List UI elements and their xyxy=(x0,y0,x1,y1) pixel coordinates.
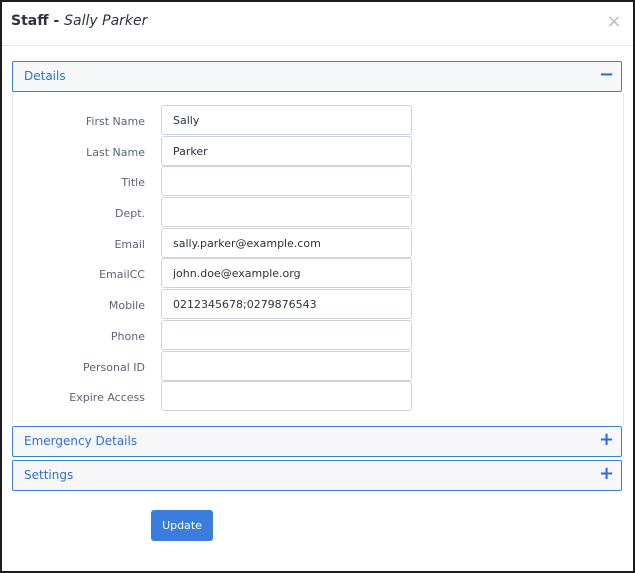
close-icon[interactable]: × xyxy=(606,13,622,31)
expand-icon[interactable]: + xyxy=(599,465,614,483)
collapse-icon[interactable]: − xyxy=(599,66,614,84)
title-input[interactable] xyxy=(161,166,412,196)
details-form: First Name Last Name Title Dept. Email E… xyxy=(12,93,624,424)
email-label: Email xyxy=(114,238,145,251)
settings-panel-header[interactable]: Settings + xyxy=(13,461,621,490)
dialog-title-staff-name: Sally Parker xyxy=(64,13,148,29)
settings-panel: Settings + xyxy=(12,460,622,491)
personal-id-label: Personal ID xyxy=(83,361,145,374)
expire-access-label: Expire Access xyxy=(69,391,145,404)
expand-icon[interactable]: + xyxy=(599,431,614,449)
phone-label: Phone xyxy=(110,330,145,343)
emergency-details-panel: Emergency Details + xyxy=(12,426,622,457)
phone-input[interactable] xyxy=(161,320,412,350)
details-panel-title: Details xyxy=(24,69,66,83)
dept-input[interactable] xyxy=(161,197,412,227)
dialog-title: Staff - Sally Parker xyxy=(11,13,147,29)
staff-dialog: Staff - Sally Parker × Details − First N… xyxy=(0,0,635,573)
email-cc-input[interactable] xyxy=(161,258,412,288)
emergency-details-panel-header[interactable]: Emergency Details + xyxy=(13,427,621,456)
details-panel-header[interactable]: Details − xyxy=(13,62,621,91)
email-cc-label: EmailCC xyxy=(99,268,145,281)
first-name-label: First Name xyxy=(85,115,145,128)
dialog-title-prefix: Staff xyxy=(11,13,49,29)
update-button[interactable]: Update xyxy=(151,510,213,541)
title-label: Title xyxy=(121,176,145,189)
details-panel: Details − xyxy=(12,61,622,92)
personal-id-input[interactable] xyxy=(161,351,412,381)
settings-panel-title: Settings xyxy=(24,468,74,482)
expire-access-input[interactable] xyxy=(161,381,412,411)
dialog-header: Staff - Sally Parker × xyxy=(2,2,633,46)
email-input[interactable] xyxy=(161,228,412,258)
dept-label: Dept. xyxy=(114,207,145,220)
emergency-details-panel-title: Emergency Details xyxy=(24,434,138,448)
mobile-label: Mobile xyxy=(108,299,145,312)
first-name-input[interactable] xyxy=(161,105,412,135)
last-name-label: Last Name xyxy=(86,146,145,159)
mobile-input[interactable] xyxy=(161,289,412,319)
dialog-title-separator: - xyxy=(48,13,65,29)
last-name-input[interactable] xyxy=(161,136,412,166)
